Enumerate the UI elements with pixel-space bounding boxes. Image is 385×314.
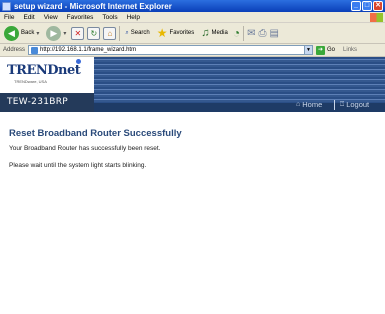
nav-divider (334, 100, 335, 110)
go-arrow-icon: ➜ (316, 45, 326, 55)
menu-edit[interactable]: Edit (23, 14, 34, 21)
menu-bar: File Edit View Favorites Tools Help (0, 12, 385, 23)
window-title: setup wizard - Microsoft Internet Explor… (14, 1, 172, 11)
menu-file[interactable]: File (4, 14, 14, 21)
menu-favorites[interactable]: Favorites (67, 14, 94, 21)
home-icon: ⌂ (296, 101, 301, 108)
logo-mark-icon (76, 59, 81, 64)
header-banner (94, 57, 385, 103)
logout-icon: ⍞ (340, 100, 345, 108)
media-label: Media (211, 30, 228, 36)
refresh-icon[interactable]: ↻ (87, 26, 101, 40)
print-icon[interactable]: ⎙ (258, 28, 266, 39)
logo-subtext: TRENDware, USA (14, 79, 47, 84)
search-icon: ⌕ (125, 29, 129, 36)
history-icon[interactable]: ◔ (233, 26, 240, 40)
page-icon (31, 46, 39, 54)
links-button[interactable]: Links (343, 47, 357, 53)
nav-logout-link[interactable]: ⍞ Logout (340, 100, 369, 109)
media-icon: ♫ (201, 27, 210, 39)
go-label: Go (327, 47, 336, 53)
router-header: TRENDnet TRENDware, USA TEW-231BRP ⌂ Hom… (0, 57, 385, 112)
logo-text: TRENDnet (7, 63, 81, 78)
edit-icon[interactable]: ▤ (269, 28, 278, 39)
forward-button[interactable]: ▶ ▾ (44, 25, 68, 42)
favorites-label: Favorites (169, 30, 195, 36)
page-title: Reset Broadband Router Successfully (9, 128, 182, 139)
maximize-button[interactable]: □ (362, 1, 372, 11)
search-label: Search (130, 30, 150, 36)
ie-app-icon (2, 1, 11, 11)
address-label: Address (3, 47, 26, 53)
mail-icon[interactable]: ✉ (247, 28, 255, 39)
menu-tools[interactable]: Tools (102, 14, 117, 21)
minimize-button[interactable]: _ (351, 1, 361, 11)
window-titlebar: setup wizard - Microsoft Internet Explor… (0, 0, 385, 12)
back-dropdown-icon[interactable]: ▾ (36, 30, 39, 37)
close-button[interactable]: ✕ (373, 1, 383, 11)
back-button[interactable]: ◀ Back ▾ (2, 25, 41, 42)
back-arrow-icon: ◀ (4, 25, 19, 41)
browser-toolbar: ◀ Back ▾ ▶ ▾ ✕ ↻ ⌂ ⌕ Search ★ Favorites … (0, 23, 385, 44)
back-label: Back (21, 30, 35, 36)
menu-help[interactable]: Help (127, 14, 140, 21)
nav-logout-label: Logout (346, 100, 370, 109)
address-bar: Address http://192.168.1.1/frame_wizard.… (0, 44, 385, 57)
model-name: TEW-231BRP (0, 93, 94, 112)
address-dropdown-icon[interactable]: ▼ (304, 46, 313, 54)
media-button[interactable]: ♫ Media (199, 25, 230, 42)
address-input[interactable]: http://192.168.1.1/frame_wizard.htm ▼ (28, 45, 314, 55)
forward-arrow-icon: ▶ (46, 25, 62, 41)
toolbar-separator (119, 25, 121, 41)
favorites-button[interactable]: ★ Favorites (155, 25, 196, 42)
reset-success-message: Your Broadband Router has successfully b… (9, 145, 161, 152)
window-controls: _ □ ✕ (351, 1, 383, 11)
menu-view[interactable]: View (44, 14, 58, 21)
nav-home-link[interactable]: ⌂ Home (296, 100, 322, 109)
home-icon[interactable]: ⌂ (103, 26, 117, 40)
stop-icon[interactable]: ✕ (71, 26, 85, 40)
go-button[interactable]: ➜ Go (316, 45, 336, 55)
trendnet-logo: TRENDnet TRENDware, USA (0, 57, 94, 93)
windows-logo-icon (370, 13, 383, 22)
address-url: http://192.168.1.1/frame_wizard.htm (40, 47, 137, 53)
page-content: Reset Broadband Router Successfully Your… (0, 112, 385, 314)
wait-instruction-message: Please wait until the system light start… (9, 162, 147, 169)
forward-dropdown-icon[interactable]: ▾ (63, 30, 66, 37)
nav-home-label: Home (302, 100, 323, 109)
search-button[interactable]: ⌕ Search (123, 25, 151, 42)
favorites-star-icon: ★ (156, 26, 168, 40)
toolbar-separator (243, 25, 245, 41)
